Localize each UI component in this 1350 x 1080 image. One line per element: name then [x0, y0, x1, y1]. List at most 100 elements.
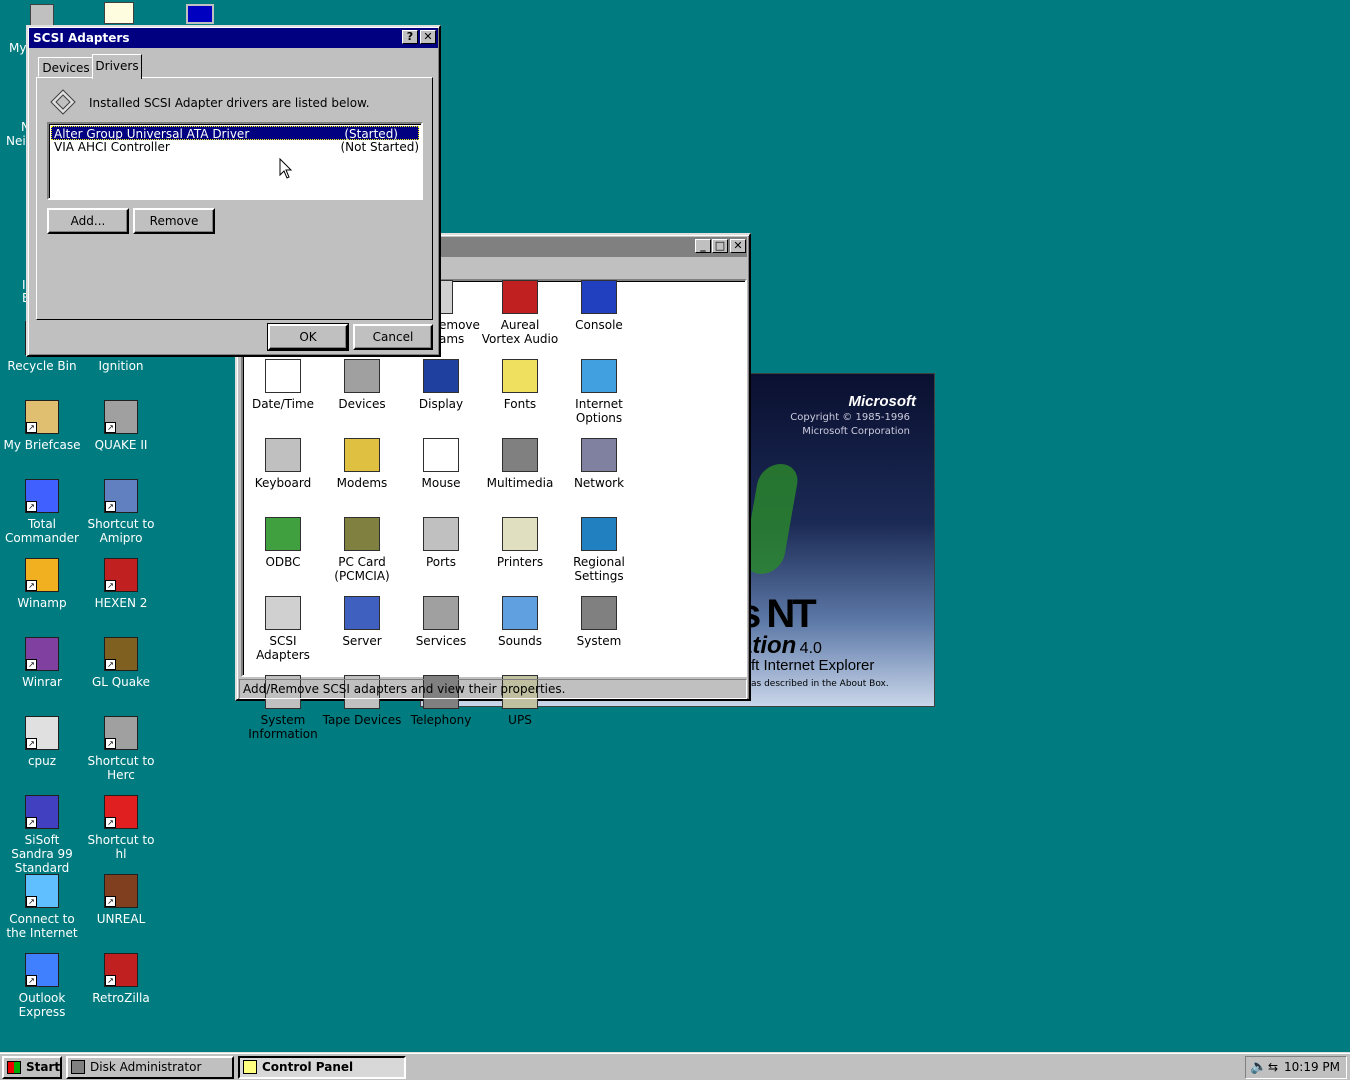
cancel-button[interactable]: Cancel [353, 324, 433, 350]
cp-item-scsi-adapters[interactable]: SCSI Adapters [243, 596, 323, 662]
unreal-icon: ↗ [104, 874, 138, 908]
cp-item-label: Internet Options [575, 397, 623, 425]
add-button[interactable]: Add... [47, 208, 129, 234]
cp-item-label: Tape Devices [322, 713, 402, 727]
cp-item-sounds[interactable]: Sounds [480, 596, 560, 648]
close-button[interactable]: ✕ [730, 239, 746, 253]
desktop-icon-retrozilla[interactable]: ↗ RetroZilla [82, 953, 160, 1005]
desktop-icon-monitor-partial[interactable] [186, 4, 214, 24]
ok-button[interactable]: OK [267, 323, 349, 351]
cp-item-display[interactable]: Display [401, 359, 481, 411]
cp-item-odbc[interactable]: ODBC [243, 517, 323, 569]
desktop-icon-connect[interactable]: ↗ Connect to the Internet [3, 874, 81, 940]
disk-administrator-icon [71, 1060, 85, 1074]
driver-row-0[interactable]: Alter Group Universal ATA Driver (Starte… [51, 126, 419, 141]
cp-item-network[interactable]: Network [559, 438, 639, 490]
desktop-icon-outlook-express[interactable]: ↗ Outlook Express [3, 953, 81, 1019]
cp-item-system[interactable]: System [559, 596, 639, 648]
task-disk-administrator[interactable]: Disk Administrator [66, 1056, 234, 1079]
task-control-panel[interactable]: Control Panel [238, 1056, 406, 1079]
cp-item-label: Console [575, 318, 623, 332]
desktop-icon-notepad-partial[interactable] [104, 2, 134, 24]
outlook-express-icon: ↗ [25, 953, 59, 987]
connect-icon: ↗ [25, 874, 59, 908]
total-commander-icon: ↗ [25, 479, 59, 513]
desktop-icon-winrar[interactable]: ↗ Winrar [3, 637, 81, 689]
cp-item-label: Multimedia [486, 476, 554, 490]
desktop-icon-herc[interactable]: ↗ Shortcut to Herc [82, 716, 160, 782]
drivers-info-text: Installed SCSI Adapter drivers are liste… [89, 96, 370, 110]
desktop-icon-label: Shortcut to Herc [87, 754, 155, 782]
cp-item-aureal-vortex[interactable]: Aureal Vortex Audio [480, 280, 560, 346]
desktop-icon-glquake[interactable]: ↗ GL Quake [82, 637, 160, 689]
shortcut-arrow-icon: ↗ [26, 738, 37, 749]
desktop-icon-label: My Briefcase [3, 438, 81, 452]
desktop-icon-label: Total Commander [5, 517, 79, 545]
splash-about: as described in the About Box. [751, 679, 889, 689]
cp-item-pc-card[interactable]: PC Card (PCMCIA) [322, 517, 402, 583]
cp-item-multimedia[interactable]: Multimedia [480, 438, 560, 490]
scsi-adapters-dialog[interactable]: SCSI Adapters ? ✕ Devices Drivers Instal… [26, 25, 441, 357]
desktop-icon-my-computer-partial[interactable] [30, 4, 54, 26]
cp-item-devices[interactable]: Devices [322, 359, 402, 411]
drivers-list[interactable]: Alter Group Universal ATA Driver (Starte… [47, 122, 423, 200]
desktop-icon-amipro[interactable]: ↗ Shortcut to Amipro [82, 479, 160, 545]
close-button[interactable]: ✕ [420, 30, 436, 44]
desktop-icon-total-commander[interactable]: ↗ Total Commander [3, 479, 81, 545]
scsi-dialog-titlebar[interactable]: SCSI Adapters ? ✕ [29, 28, 438, 48]
cp-item-modems[interactable]: Modems [322, 438, 402, 490]
desktop-icon-label: Shortcut to Amipro [87, 517, 155, 545]
cp-item-fonts[interactable]: Fonts [480, 359, 560, 411]
driver-status: (Not Started) [340, 140, 419, 154]
cp-item-regional-settings[interactable]: Regional Settings [559, 517, 639, 583]
cp-item-ports[interactable]: Ports [401, 517, 481, 569]
cp-item-label: Regional Settings [573, 555, 625, 583]
winrar-icon: ↗ [25, 637, 59, 671]
desktop-icon-quake2[interactable]: ↗ QUAKE II [82, 400, 160, 452]
desktop-icon-cpuz[interactable]: ↗ cpuz [3, 716, 81, 768]
cp-item-label: Server [342, 634, 382, 648]
scsi-adapters-icon [49, 88, 77, 116]
tab-drivers[interactable]: Drivers [92, 54, 142, 79]
cp-item-services[interactable]: Services [401, 596, 481, 648]
start-button[interactable]: Start [2, 1056, 62, 1079]
desktop-icon-label: Recycle Bin [7, 359, 77, 373]
windows-logo-icon [7, 1061, 21, 1074]
remove-button[interactable]: Remove [133, 208, 215, 234]
cp-item-mouse[interactable]: Mouse [401, 438, 481, 490]
cp-item-server[interactable]: Server [322, 596, 402, 648]
shortcut-arrow-icon: ↗ [26, 659, 37, 670]
cp-item-console[interactable]: Console [559, 280, 639, 332]
desktop-icon-winamp[interactable]: ↗ Winamp [3, 558, 81, 610]
printers-icon [502, 517, 538, 551]
internet-options-icon [581, 359, 617, 393]
desktop-icon-half-life[interactable]: ↗ Shortcut to hl [82, 795, 160, 861]
driver-name: VIA AHCI Controller [54, 140, 170, 154]
minimize-button[interactable]: _ [695, 239, 711, 253]
clock: 10:19 PM [1284, 1060, 1340, 1074]
cp-item-keyboard[interactable]: Keyboard [243, 438, 323, 490]
cp-item-label: Ports [425, 555, 457, 569]
cp-item-internet-options[interactable]: Internet Options [559, 359, 639, 425]
usb-icon[interactable]: ⇆ [1268, 1060, 1278, 1074]
desktop-icon-label: RetroZilla [92, 991, 150, 1005]
aureal-vortex-icon [502, 280, 538, 314]
help-button[interactable]: ? [402, 30, 418, 44]
desktop-icon-briefcase[interactable]: ↗ My Briefcase [3, 400, 81, 452]
shortcut-arrow-icon: ↗ [26, 422, 37, 433]
shortcut-arrow-icon: ↗ [105, 580, 116, 591]
cp-item-printers[interactable]: Printers [480, 517, 560, 569]
maximize-button[interactable]: □ [712, 239, 728, 253]
tab-devices[interactable]: Devices [38, 57, 94, 77]
desktop-icon-sandra[interactable]: ↗ SiSoft Sandra 99 Standard [3, 795, 81, 875]
hexen2-icon: ↗ [104, 558, 138, 592]
fonts-icon [502, 359, 538, 393]
desktop-icon-hexen2[interactable]: ↗ HEXEN 2 [82, 558, 160, 610]
tab-panel: Installed SCSI Adapter drivers are liste… [36, 77, 433, 320]
devices-icon [344, 359, 380, 393]
desktop-icon-unreal[interactable]: ↗ UNREAL [82, 874, 160, 926]
volume-icon[interactable]: 🔈 [1250, 1059, 1267, 1075]
cp-item-label: System Information [248, 713, 318, 741]
cp-item-date-time[interactable]: Date/Time [243, 359, 323, 411]
driver-row-1[interactable]: VIA AHCI Controller (Not Started) [51, 140, 419, 154]
